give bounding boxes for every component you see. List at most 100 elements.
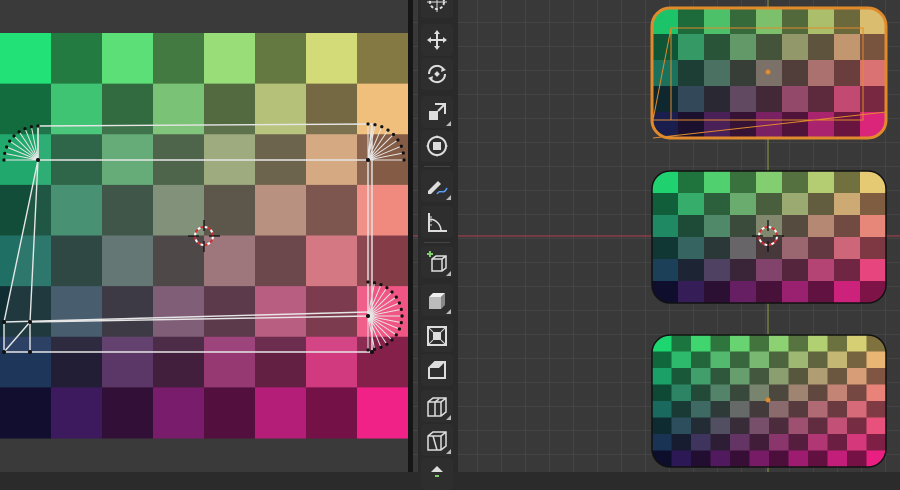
rounded-panel-top[interactable] [650,6,888,140]
uv-vertex[interactable] [28,350,32,354]
scale-tool[interactable] [421,96,453,128]
uv-vertex[interactable] [23,127,27,131]
checker-cell [788,450,809,467]
rounded-panel-bottom[interactable] [651,334,887,468]
checker-cell [847,450,867,467]
move-tool-icon [427,30,447,50]
checker-cell [678,60,705,87]
uv-vertex[interactable] [390,290,394,294]
loop-cut-tool[interactable] [421,390,453,422]
checker-cell [652,384,672,402]
uv-vertex[interactable] [379,283,383,287]
uv-vertex[interactable] [396,138,400,142]
uv-vertex[interactable] [370,350,374,354]
uv-vertex[interactable] [373,123,377,127]
checker-cell [671,434,692,451]
toolbar-separator [424,166,450,167]
uv-vertex[interactable] [373,347,377,351]
uv-vertex[interactable] [394,333,398,337]
uv-vertex[interactable] [394,295,398,299]
viewport-canvas[interactable] [413,0,900,472]
checker-cell [704,215,731,238]
checker-cell [756,193,783,216]
checker-cell [769,434,789,451]
checker-cell [860,171,886,194]
measure-tool[interactable] [421,206,453,238]
checker-cell [756,281,783,303]
checker-cell [834,237,861,260]
checker-cell [652,215,679,238]
uv-vertex[interactable] [397,301,401,305]
uv-vertex[interactable] [366,158,370,162]
uv-vertex[interactable] [2,350,6,354]
uv-vertex[interactable] [366,122,370,126]
checker-cell [782,259,809,282]
checker-cell [847,417,867,435]
uv-vertex[interactable] [36,158,40,162]
uv-canvas[interactable] [0,0,408,472]
cursor-tool[interactable] [421,0,453,18]
uv-vertex[interactable] [17,130,21,134]
checker-cell [704,112,731,138]
uv-vertex[interactable] [12,134,16,138]
uv-vertex[interactable] [28,320,32,324]
rounded-panel-middle[interactable] [651,170,887,304]
uv-vertex[interactable] [5,145,9,149]
uv-vertex[interactable] [366,314,370,318]
uv-vertex[interactable] [373,281,377,285]
uv-vertex[interactable] [366,280,370,284]
checker-cell [808,281,835,303]
uv-vertex[interactable] [29,125,33,129]
uv-vertex[interactable] [401,151,405,155]
checker-cell [730,401,750,418]
uv-vertex[interactable] [400,314,404,318]
checker-cell [51,33,103,85]
move-tool[interactable] [421,24,453,56]
uv-vertex[interactable] [399,144,403,148]
checker-cell [0,387,52,439]
bevel-tool[interactable] [421,354,453,386]
3d-viewport[interactable] [413,0,900,472]
checker-cell [788,335,809,352]
checker-cell [860,86,886,113]
checker-cell [652,368,672,385]
knife-tool[interactable] [421,424,453,456]
checker-cell [691,450,711,467]
uv-vertex[interactable] [366,348,370,352]
annotate-tool[interactable] [421,170,453,202]
uv-vertex[interactable] [8,139,12,143]
checker-cell [102,387,154,439]
uv-vertex[interactable] [385,342,389,346]
uv-vertex[interactable] [379,345,383,349]
uv-vertex[interactable] [399,307,403,311]
uv-vertex[interactable] [390,338,394,342]
uv-vertex[interactable] [36,124,40,128]
uv-vertex[interactable] [402,158,406,162]
checker-cell [808,417,828,435]
poly-build-tool[interactable] [421,458,453,490]
checker-cell [808,171,835,194]
uv-vertex[interactable] [2,320,6,324]
uv-vertex[interactable] [386,128,390,132]
rotate-tool[interactable] [421,58,453,90]
checker-cell [710,417,731,435]
checker-cell [678,86,705,113]
extrude-tool[interactable] [421,284,453,316]
uv-vertex[interactable] [3,151,7,155]
uv-vertex[interactable] [380,125,384,129]
add-cube-tool[interactable] [421,246,453,278]
inset-tool[interactable] [421,320,453,352]
checker-cell [808,86,835,113]
uv-vertex[interactable] [399,321,403,325]
uv-vertex[interactable] [385,286,389,290]
uv-vertex[interactable] [397,327,401,331]
checker-texture [0,33,408,439]
uv-vertex[interactable] [391,132,396,137]
checker-cell [691,417,711,435]
uv-editor[interactable] [0,0,408,472]
checker-cell [834,215,861,238]
checker-cell [671,401,692,418]
transform-tool[interactable] [421,130,453,162]
checker-cell [834,60,861,87]
uv-vertex[interactable] [2,158,6,162]
